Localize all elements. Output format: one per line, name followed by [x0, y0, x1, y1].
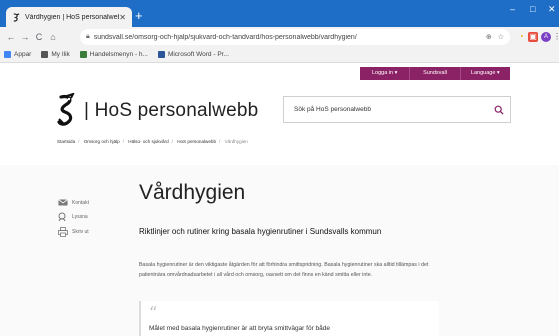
top-bar: Logga in ▾ Sundsvall Language ▾	[0, 63, 559, 81]
new-tab-button[interactable]: +	[135, 9, 143, 22]
quote-text: Målet med basala hygienrutiner är att br…	[149, 325, 331, 332]
mail-icon	[58, 199, 68, 206]
profile-avatar[interactable]: A	[541, 32, 551, 42]
forward-icon[interactable]: →	[18, 32, 32, 42]
bookmark-item[interactable]: My Ilik	[41, 51, 70, 58]
breadcrumb: Startsida / Omsorg och hjälp / Hälso- och …	[57, 139, 248, 144]
word-icon	[157, 51, 165, 58]
breadcrumb-link[interactable]: Startsida	[57, 139, 75, 144]
listen-tool[interactable]: Lyssna	[58, 212, 88, 222]
site-header: | HoS personalwebb Sök på HoS personalwe…	[0, 81, 559, 165]
contact-tool[interactable]: Kontakt	[58, 199, 89, 206]
tab-close-icon[interactable]: ✕	[119, 13, 126, 22]
apps-icon	[4, 51, 11, 58]
web-page: Logga in ▾ Sundsvall Language ▾ | HoS pe…	[0, 63, 559, 336]
print-icon	[58, 227, 68, 237]
address-bar[interactable]: 🔒︎ sundsvall.se/omsorg-och-hjalp/sjukvar…	[80, 29, 510, 45]
language-link[interactable]: Language ▾	[461, 67, 510, 80]
body-text: Basala hygienrutiner är den viktigaste å…	[139, 262, 429, 278]
bookmark-item[interactable]: Microsoft Word - Pr...	[157, 51, 229, 58]
sundsvall-link[interactable]: Sundsvall	[410, 67, 461, 80]
lock-icon: 🔒︎	[86, 33, 90, 40]
site-name[interactable]: | HoS personalwebb	[84, 100, 258, 122]
breadcrumb-link[interactable]: Omsorg och hjälp	[84, 139, 120, 144]
search-icon[interactable]	[488, 105, 510, 115]
quote-mark-icon: “	[149, 303, 158, 322]
bookmark-item[interactable]: Handelsmenyn - h...	[79, 51, 148, 58]
home-icon[interactable]: ⌂	[46, 32, 60, 42]
bookmarks-bar: Appar My Ilik Handelsmenyn - h... Micros…	[0, 47, 559, 63]
bookmark-icon	[41, 51, 49, 58]
breadcrumb-link[interactable]: HoS personalwebb	[177, 139, 216, 144]
top-navigation: Logga in ▾ Sundsvall Language ▾	[360, 67, 510, 80]
browser-tab-strip: Vårdhygien | HoS personalwebb ✕ + – □ ✕	[0, 0, 559, 27]
main-content: Kontakt Lyssna Skriv ut Vårdhygien Riktl…	[0, 165, 559, 336]
login-link[interactable]: Logga in ▾	[360, 67, 411, 80]
search-input[interactable]: Sök på HoS personalwebb	[294, 106, 488, 113]
search-box[interactable]: Sök på HoS personalwebb	[283, 96, 511, 123]
breadcrumb-current: Vårdhygien	[224, 139, 248, 144]
zoom-icon[interactable]: ⊕	[486, 33, 492, 41]
back-icon[interactable]: ←	[4, 32, 18, 42]
bookmark-icon	[79, 51, 87, 58]
quote-block: “ Målet med basala hygienrutiner är att …	[139, 301, 439, 336]
print-tool[interactable]: Skriv ut	[58, 227, 89, 237]
extension-icon[interactable]: ▣	[528, 32, 538, 42]
sundsvall-logo-icon[interactable]	[56, 93, 78, 127]
page-title: Vårdhygien	[139, 181, 246, 204]
browser-tab[interactable]: Vårdhygien | HoS personalwebb ✕	[6, 7, 132, 27]
listen-icon	[58, 212, 66, 222]
breadcrumb-link[interactable]: Hälso- och sjukvård	[128, 139, 168, 144]
site-logo-favicon-icon	[13, 12, 20, 22]
bookmark-item[interactable]: Appar	[4, 51, 31, 58]
rss-extension-icon[interactable]: ◔	[516, 32, 526, 42]
minimize-button[interactable]: –	[510, 4, 515, 14]
lead-text: Riktlinjer och rutiner kring basala hygi…	[139, 227, 382, 236]
close-window-button[interactable]: ✕	[548, 4, 556, 15]
reload-icon[interactable]: C	[32, 32, 46, 42]
tab-title: Vårdhygien | HoS personalwebb	[25, 13, 120, 21]
url-text: sundsvall.se/omsorg-och-hjalp/sjukvard-o…	[93, 33, 357, 41]
maximize-button[interactable]: □	[530, 4, 535, 14]
bookmark-star-icon[interactable]: ☆	[498, 33, 504, 41]
browser-toolbar: ← → C ⌂ 🔒︎ sundsvall.se/omsorg-och-hjalp…	[0, 27, 559, 47]
menu-icon[interactable]: ⋮	[552, 32, 559, 42]
